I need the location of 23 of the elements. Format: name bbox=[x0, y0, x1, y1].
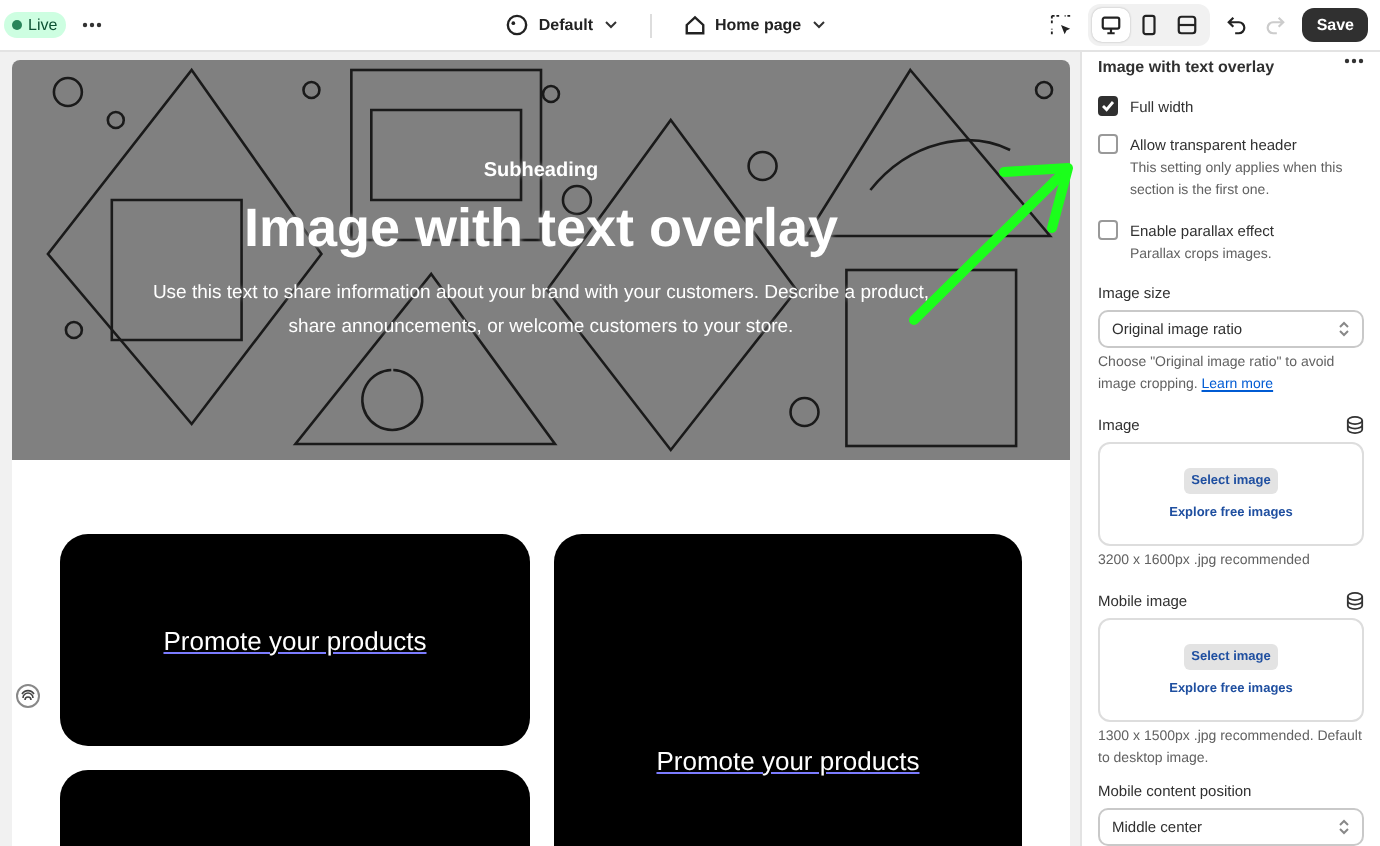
theme-selector[interactable]: Default bbox=[506, 14, 617, 36]
checkbox[interactable] bbox=[1098, 96, 1118, 116]
more-icon[interactable] bbox=[81, 22, 102, 28]
checkbox[interactable] bbox=[1098, 134, 1118, 154]
up-down-chevron-icon bbox=[1338, 320, 1350, 338]
database-icon[interactable] bbox=[1346, 592, 1364, 610]
palette-icon bbox=[506, 14, 529, 36]
more-icon[interactable] bbox=[1344, 58, 1364, 64]
undo-icon[interactable] bbox=[1226, 14, 1249, 36]
chevron-down-icon bbox=[603, 20, 617, 30]
chevron-down-icon bbox=[811, 20, 826, 30]
status-badge: Live bbox=[4, 12, 66, 38]
select-cursor-icon[interactable] bbox=[1050, 14, 1073, 36]
up-down-chevron-icon bbox=[1338, 818, 1350, 836]
checkbox[interactable] bbox=[1098, 220, 1118, 240]
page-selector[interactable]: Home page bbox=[683, 14, 826, 36]
save-button[interactable]: Save bbox=[1302, 8, 1368, 42]
database-icon[interactable] bbox=[1346, 416, 1364, 434]
panel-title: Image with text overlay bbox=[1098, 58, 1275, 76]
home-icon bbox=[683, 14, 705, 36]
promo-link[interactable]: Promote your products bbox=[163, 625, 427, 655]
promo-link[interactable]: Promote your products bbox=[656, 745, 920, 775]
desktop-view-icon[interactable] bbox=[1092, 8, 1131, 42]
